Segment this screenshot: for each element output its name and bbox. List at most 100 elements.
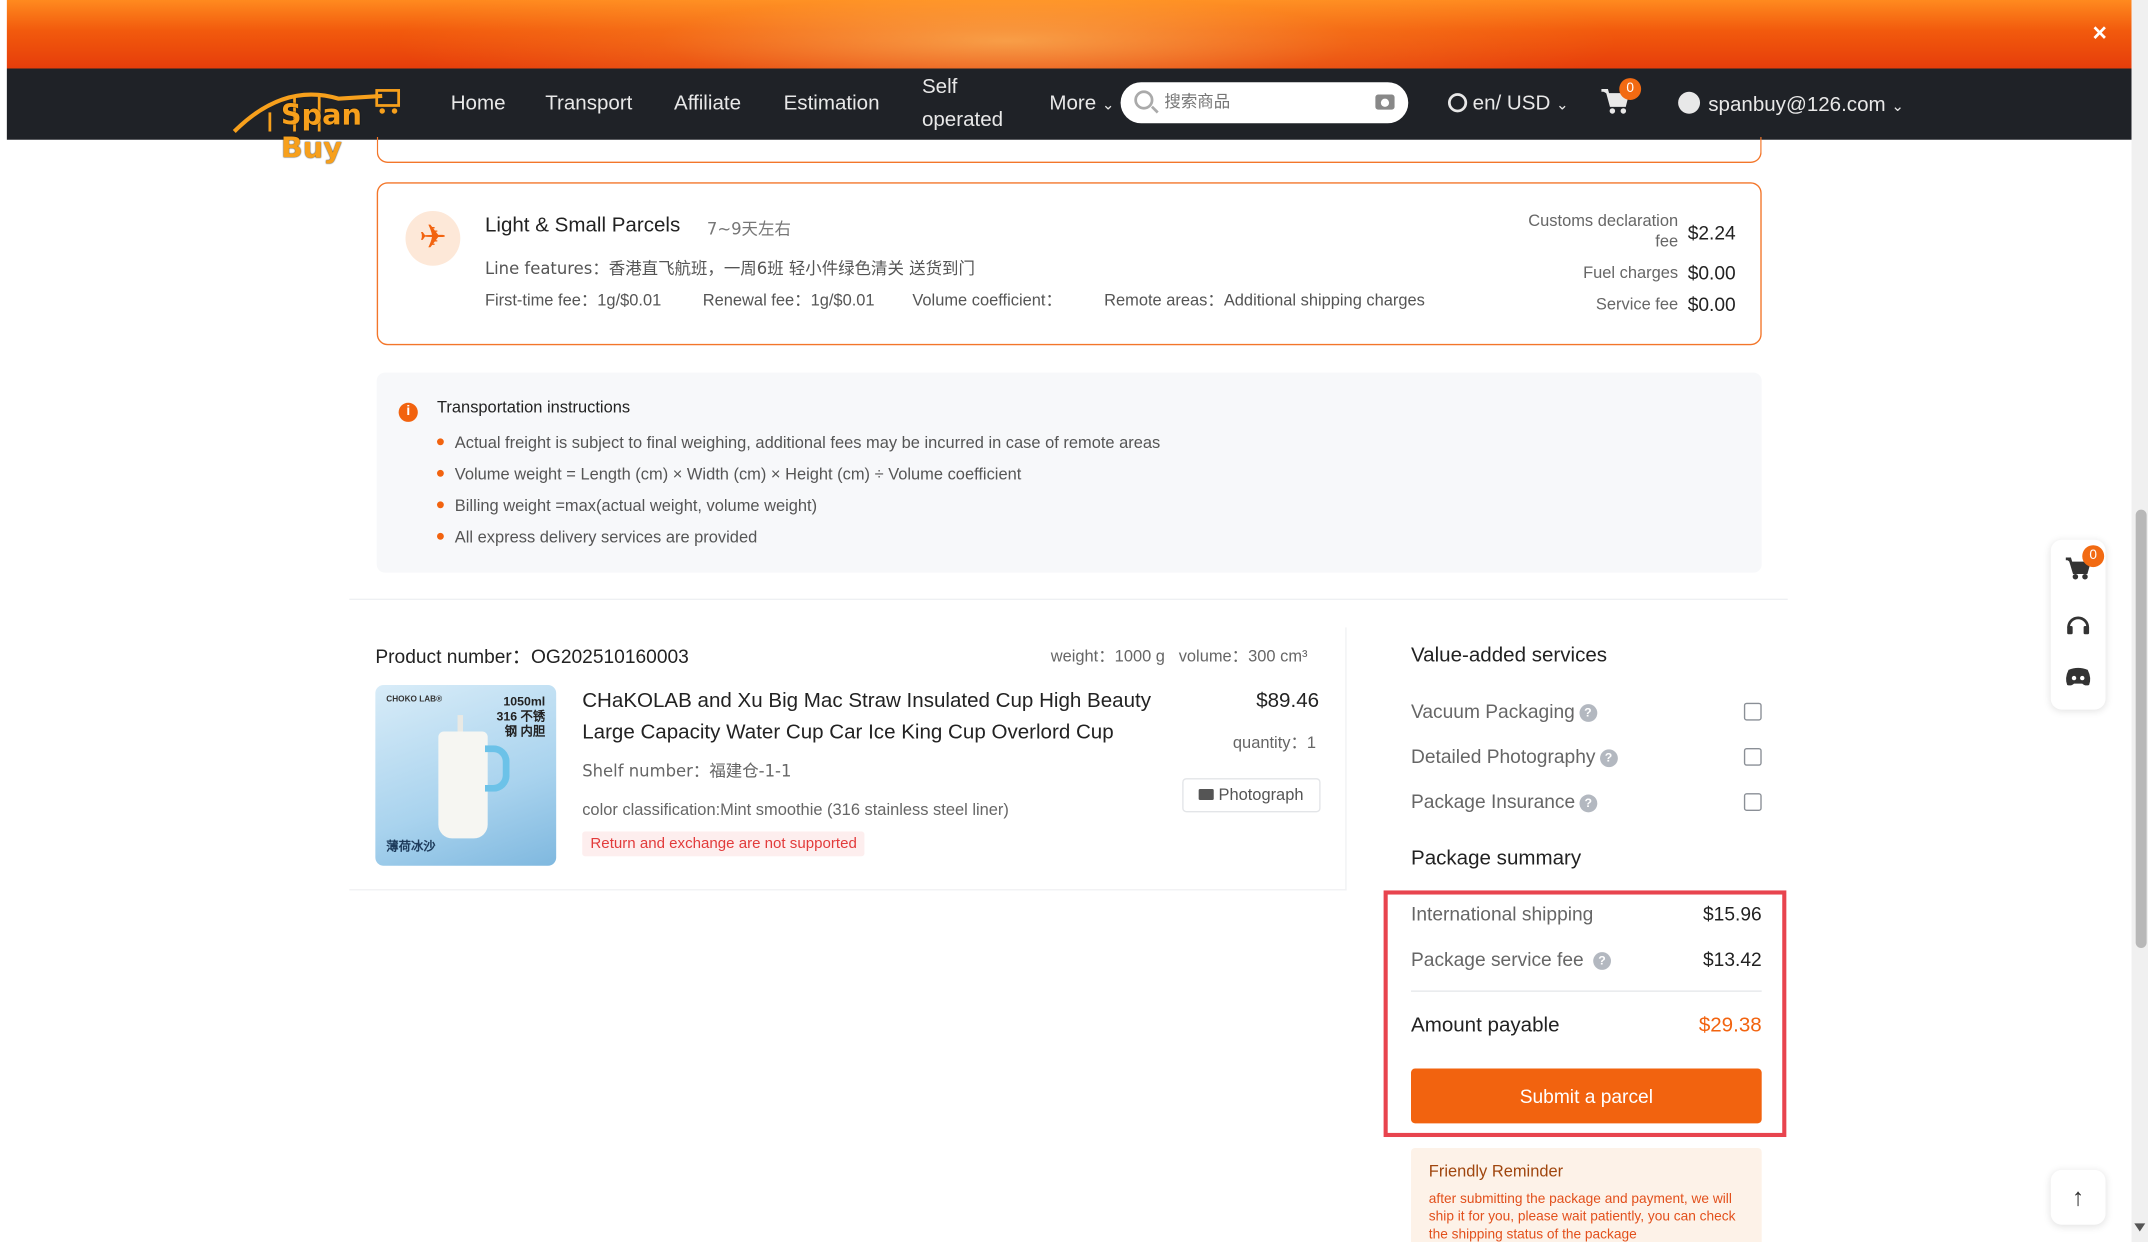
product-number: Product number：OG202510160003 — [375, 645, 689, 668]
shipping-days: 7~9天左右 — [706, 219, 791, 239]
service-fee-value: $0.00 — [1687, 293, 1736, 316]
user-icon — [1678, 91, 1701, 114]
shipping-option-card[interactable]: ✈ Light & Small Parcels 7~9天左右 Line feat… — [376, 182, 1762, 346]
nav-estimation[interactable]: Estimation — [784, 92, 880, 115]
search-icon[interactable] — [1134, 90, 1154, 110]
reminder-title: Friendly Reminder — [1428, 1161, 1564, 1181]
thumb-liner-text: 316 不锈钢 内胆 — [496, 709, 546, 739]
product-weight: weight：1000 g — [1050, 646, 1165, 666]
scrollbar-thumb[interactable] — [2135, 509, 2147, 948]
help-icon[interactable]: ? — [1579, 794, 1598, 813]
promo-banner: × — [6, 0, 2132, 69]
instruction-text: Billing weight =max(actual weight, volum… — [454, 495, 818, 516]
thumb-capacity-text: 1050ml — [503, 694, 546, 709]
chevron-down-icon: ⌄ — [1101, 97, 1115, 114]
chevron-down-icon: ⌄ — [1556, 97, 1569, 114]
international-shipping-value: $15.96 — [1703, 902, 1762, 925]
close-icon[interactable]: × — [2093, 19, 2107, 48]
fuel-charges-value: $0.00 — [1687, 261, 1736, 284]
search-input[interactable] — [1164, 91, 1370, 111]
service-fee-label: Service fee — [1595, 294, 1679, 314]
product-title[interactable]: CHaKOLAB and Xu Big Mac Straw Insulated … — [582, 685, 1185, 748]
thumb-capacity: 1050ml 316 不锈钢 内胆 — [485, 694, 546, 740]
camera-icon[interactable] — [1375, 94, 1395, 110]
help-icon[interactable]: ? — [1599, 749, 1618, 768]
amount-payable-value: $29.38 — [1698, 1013, 1762, 1038]
instruction-item: Billing weight =max(actual weight, volum… — [436, 495, 818, 516]
headset-shape — [2067, 616, 2090, 635]
nav-transport[interactable]: Transport — [545, 92, 632, 115]
chevron-down-icon: ⌄ — [1891, 98, 1904, 116]
headset-support-icon[interactable] — [2064, 611, 2091, 638]
user-email: spanbuy@126.com — [1708, 93, 1886, 117]
logo[interactable]: Span Buy — [229, 71, 418, 164]
cart-button[interactable]: 0 — [1600, 78, 1642, 115]
shelf-number: Shelf number：福建仓-1-1 — [582, 761, 792, 781]
transportation-instructions: i Transportation instructions Actual fre… — [376, 372, 1762, 573]
page: × Span Buy Home Transport Affiliate Esti… — [0, 0, 2148, 1242]
international-shipping-label: International shipping — [1410, 902, 1594, 925]
user-menu[interactable]: spanbuy@126.com ⌄ — [1678, 91, 1904, 117]
detailed-photography-label: Detailed Photography? — [1411, 745, 1618, 768]
bullet-icon — [436, 438, 444, 446]
package-insurance-checkbox[interactable] — [1743, 793, 1762, 811]
friendly-reminder: Friendly Reminder after submitting the p… — [1410, 1147, 1762, 1242]
reminder-text: after submitting the package and payment… — [1428, 1191, 1736, 1242]
fuel-charges-label: Fuel charges — [1583, 263, 1679, 283]
package-summary-title: Package summary — [1410, 846, 1582, 870]
value-added-title: Value-added services — [1410, 643, 1608, 668]
instruction-text: All express delivery services are provid… — [454, 527, 758, 547]
first-time-fee: First-time fee：1g/$0.01 — [484, 290, 662, 310]
bullet-icon — [436, 501, 444, 509]
customs-fee-value: $2.24 — [1687, 221, 1736, 244]
volume-coefficient: Volume coefficient： — [912, 290, 1062, 310]
service-fee-text: Package service fee — [1410, 947, 1584, 970]
package-service-fee-value: $13.42 — [1703, 947, 1762, 970]
globe-icon — [1447, 93, 1468, 113]
floating-toolbar: 0 — [2050, 539, 2106, 710]
no-return-badge: Return and exchange are not supported — [582, 831, 866, 857]
package-service-fee-label: Package service fee ? — [1411, 948, 1611, 970]
help-icon[interactable]: ? — [1593, 952, 1611, 970]
instruction-item: Volume weight = Length (cm) × Width (cm)… — [436, 464, 1022, 484]
bullet-icon — [436, 469, 444, 477]
instructions-title: Transportation instructions — [436, 397, 631, 417]
nav-affiliate[interactable]: Affiliate — [674, 92, 741, 115]
detailed-photography-checkbox[interactable] — [1743, 747, 1762, 766]
product-card: Product number：OG202510160003 weight：100… — [349, 627, 1347, 891]
shipping-title: Light & Small Parcels — [484, 213, 681, 237]
instruction-item: All express delivery services are provid… — [436, 527, 758, 547]
shipping-option-card-above[interactable] — [376, 136, 1762, 164]
shipping-features: Line features：香港直飞航班，一周6班 轻小件绿色清关 送货到门 — [484, 258, 975, 279]
bullet-icon — [436, 532, 444, 540]
top-navigation: Span Buy Home Transport Affiliate Estima… — [6, 68, 2132, 164]
customs-fee-label: Customs declaration fee — [1528, 210, 1679, 251]
section-divider — [349, 598, 1788, 601]
discord-icon[interactable] — [2064, 666, 2091, 693]
thumb-brand: CHOKO LAB® — [386, 695, 443, 705]
language-currency-selector[interactable]: en/ USD ⌄ — [1447, 91, 1569, 116]
instruction-text: Volume weight = Length (cm) × Width (cm)… — [454, 464, 1022, 484]
airplane-icon: ✈ — [405, 210, 461, 266]
floating-cart-badge: 0 — [2082, 545, 2105, 568]
product-price: $89.46 — [1256, 689, 1320, 713]
nav-self-operated[interactable]: Self operated — [922, 71, 1018, 137]
discord-shape — [2066, 667, 2091, 686]
photograph-button[interactable]: Photograph — [1182, 778, 1321, 813]
renewal-fee: Renewal fee：1g/$0.01 — [702, 290, 875, 310]
help-icon[interactable]: ? — [1578, 704, 1597, 722]
amount-payable-label: Amount payable — [1410, 1013, 1560, 1038]
vacuum-packaging-checkbox[interactable] — [1743, 702, 1762, 721]
remote-areas: Remote areas：Additional shipping charges — [1104, 290, 1425, 310]
summary-divider — [1410, 990, 1762, 992]
instruction-item: Actual freight is subject to final weigh… — [436, 433, 1160, 452]
submit-parcel-button[interactable]: Submit a parcel — [1410, 1068, 1762, 1124]
nav-more[interactable]: More ⌄ — [1049, 92, 1114, 115]
back-to-top-button[interactable]: ↑ — [2050, 1169, 2106, 1225]
language-label: en/ USD — [1472, 91, 1551, 116]
nav-home[interactable]: Home — [451, 92, 506, 115]
scroll-down-arrow-icon[interactable] — [2134, 1223, 2146, 1232]
service-label: Package Insurance — [1410, 790, 1576, 813]
camera-icon — [1199, 789, 1215, 801]
product-image[interactable]: CHOKO LAB® 1050ml 316 不锈钢 内胆 薄荷冰沙 — [375, 684, 557, 866]
